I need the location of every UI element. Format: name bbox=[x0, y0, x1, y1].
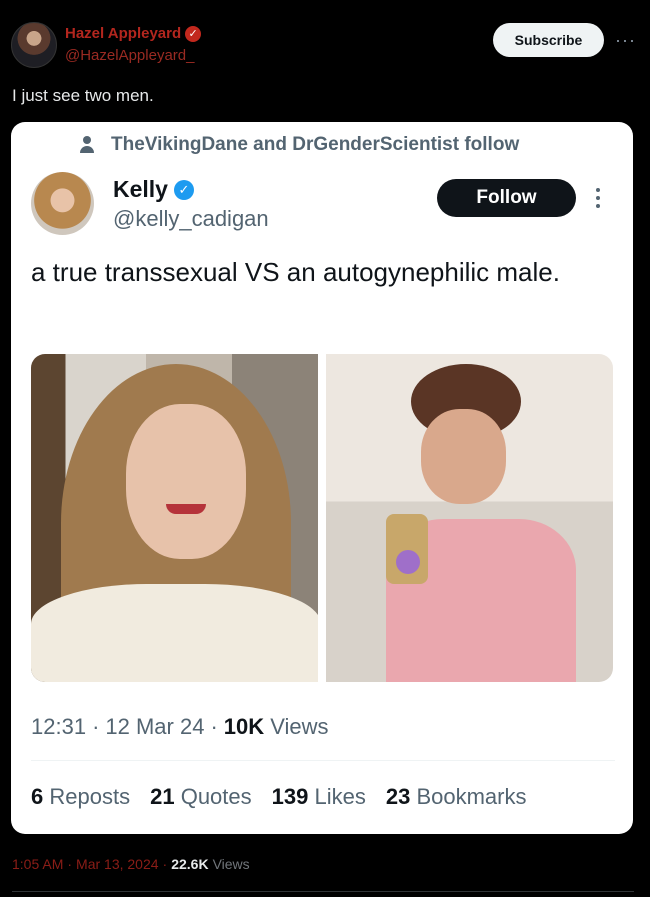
post-text: I just see two men. bbox=[12, 86, 154, 105]
post-footer: 1:05 AM · Mar 13, 2024 · 22.6K Views bbox=[12, 856, 250, 872]
quoted-tweet-card[interactable]: TheVikingDane and DrGenderScientist foll… bbox=[11, 122, 633, 834]
post-views-count: 22.6K bbox=[171, 856, 209, 872]
tweet-meta: 12:31 · 12 Mar 24 · 10K Views bbox=[31, 714, 329, 740]
quoted-name-row[interactable]: Kelly ✓ bbox=[113, 176, 194, 203]
quoted-avatar[interactable] bbox=[31, 172, 94, 235]
reposts-stat[interactable]: 6 Reposts bbox=[31, 784, 130, 810]
social-context-text: TheVikingDane and DrGenderScientist foll… bbox=[111, 134, 520, 155]
views-label: Views bbox=[270, 714, 329, 739]
quotes-stat[interactable]: 21 Quotes bbox=[150, 784, 252, 810]
bookmarks-stat[interactable]: 23 Bookmarks bbox=[386, 784, 527, 810]
subscribe-button[interactable]: Subscribe bbox=[493, 23, 604, 57]
social-context: TheVikingDane and DrGenderScientist foll… bbox=[79, 134, 519, 156]
person-icon bbox=[79, 136, 95, 154]
views-count: 10K bbox=[223, 714, 265, 739]
separator-dot: · bbox=[210, 714, 218, 739]
author-name-row[interactable]: Hazel Appleyard ✓ bbox=[65, 25, 202, 42]
post-time[interactable]: 1:05 AM bbox=[12, 856, 63, 872]
follow-button[interactable]: Follow bbox=[437, 179, 576, 217]
verified-badge-icon: ✓ bbox=[173, 179, 194, 200]
divider bbox=[31, 760, 615, 761]
author-handle[interactable]: @HazelAppleyard_ bbox=[65, 47, 194, 64]
separator-dot: · bbox=[162, 856, 168, 872]
more-options-icon[interactable] bbox=[596, 188, 600, 208]
quoted-tweet-text: a true transsexual VS an autogynephilic … bbox=[31, 257, 560, 287]
engagement-stats: 6 Reposts 21 Quotes 139 Likes 23 Bookmar… bbox=[31, 784, 527, 810]
photo-right[interactable] bbox=[326, 354, 613, 682]
tweet-date[interactable]: 12 Mar 24 bbox=[105, 714, 204, 740]
separator-dot: · bbox=[67, 856, 73, 872]
more-options-icon[interactable]: ··· bbox=[615, 30, 636, 51]
quoted-handle[interactable]: @kelly_cadigan bbox=[113, 206, 269, 232]
likes-stat[interactable]: 139 Likes bbox=[272, 784, 366, 810]
quoted-name[interactable]: Kelly bbox=[113, 176, 168, 203]
author-name[interactable]: Hazel Appleyard bbox=[65, 25, 181, 42]
separator-dot: · bbox=[92, 714, 100, 739]
photo-left[interactable] bbox=[31, 354, 318, 682]
author-avatar[interactable] bbox=[11, 22, 57, 68]
post-header: Hazel Appleyard ✓ @HazelAppleyard_ Subsc… bbox=[0, 0, 650, 80]
verified-badge-icon: ✓ bbox=[185, 25, 202, 42]
post-date[interactable]: Mar 13, 2024 bbox=[76, 856, 159, 872]
divider bbox=[12, 891, 634, 892]
post-views-label: Views bbox=[212, 856, 250, 872]
tweet-time[interactable]: 12:31 bbox=[31, 714, 86, 740]
media-grid bbox=[31, 354, 613, 682]
